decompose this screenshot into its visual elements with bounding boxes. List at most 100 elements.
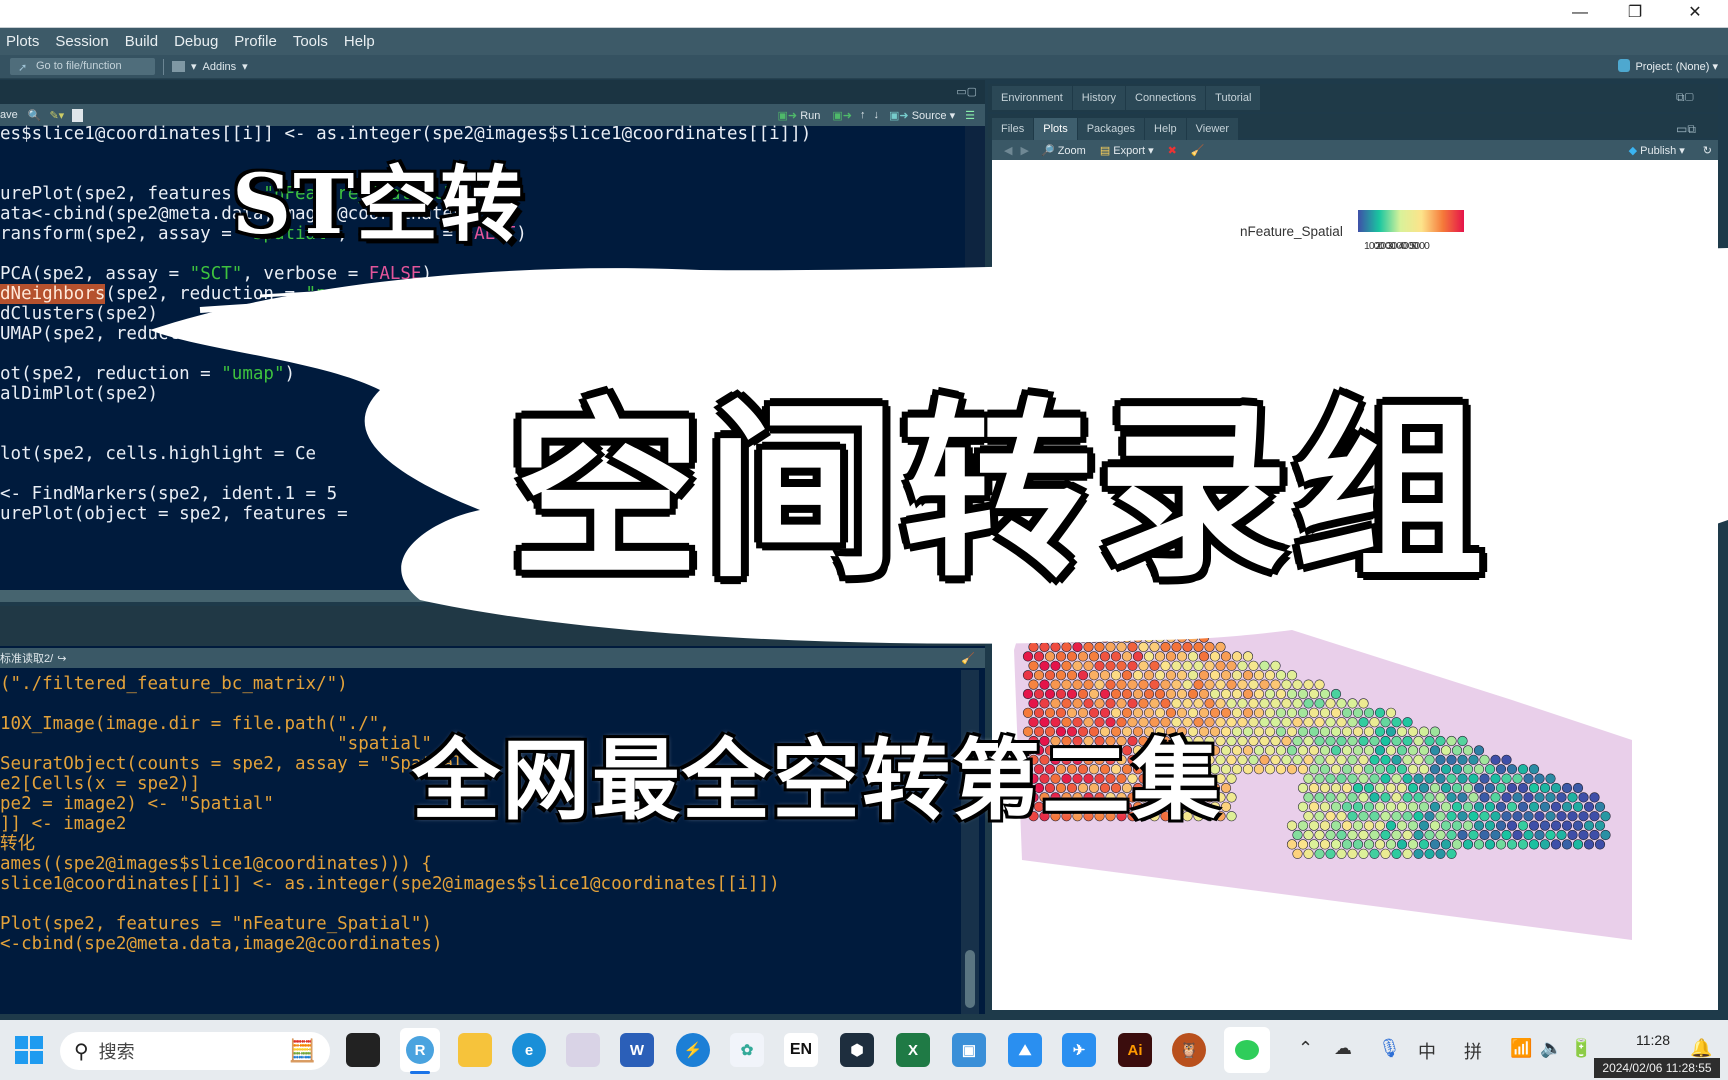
code-line[interactable]: dNeighbors(spe2, reduction = "pca") [0, 284, 811, 304]
feishu-icon[interactable]: ✈ [1062, 1033, 1096, 1067]
thunder-icon[interactable]: ⚡ [676, 1033, 710, 1067]
forward-arrow-icon[interactable]: ▶ [1020, 144, 1028, 157]
spatial-spot [1132, 651, 1144, 662]
file-explorer-icon[interactable] [458, 1033, 492, 1067]
wifi-icon[interactable]: 📶 [1510, 1038, 1532, 1059]
spatial-spot [1391, 754, 1402, 765]
restore-button[interactable]: ❐ [1610, 0, 1660, 28]
taskbar-search-box[interactable]: ⚲ 搜索 🧮 [60, 1032, 330, 1070]
search-icon[interactable]: 🔍 [28, 109, 42, 122]
source-button[interactable]: ▣➜ Source ▾ [889, 109, 955, 122]
spatial-spot [1418, 726, 1430, 737]
publish-button[interactable]: ◆ Publish ▾ [1629, 144, 1685, 157]
edge-browser-icon[interactable]: e [512, 1033, 546, 1067]
restore-pane-icon[interactable]: ⧉▢ [1676, 90, 1694, 105]
chevron-down-icon[interactable]: ▾ [242, 60, 248, 73]
wechat-icon[interactable] [1224, 1027, 1270, 1073]
windows-start-icon[interactable] [12, 1033, 46, 1067]
menu-help[interactable]: Help [344, 33, 375, 50]
arrow-up-icon[interactable]: ↑ [860, 109, 866, 121]
spatial-spot [1506, 839, 1518, 850]
remove-plot-icon[interactable]: ✖ [1168, 144, 1177, 157]
project-menu[interactable]: Project: (None) ▾ [1618, 59, 1718, 73]
code-line[interactable]: PCA(spe2, assay = "SCT", verbose = FALSE… [0, 264, 811, 284]
menu-debug[interactable]: Debug [174, 33, 218, 50]
export-button[interactable]: ▤ Export ▾ [1100, 144, 1154, 157]
minimize-button[interactable]: — [1555, 0, 1605, 28]
tab-tutorial[interactable]: Tutorial [1206, 86, 1261, 110]
ime-chinese-toggle[interactable]: 中 [1418, 1038, 1436, 1064]
tab-environment[interactable]: Environment [992, 86, 1072, 110]
spatial-spot [1308, 782, 1320, 794]
battery-icon[interactable]: 🔋 [1570, 1038, 1592, 1059]
magic-wand-icon[interactable]: ✎▾ [49, 109, 64, 122]
spatial-spot [1303, 754, 1314, 765]
console-working-dir[interactable]: 标准读取2/ [0, 650, 53, 666]
spatial-spot [1308, 820, 1320, 831]
tab-files[interactable]: Files [992, 118, 1034, 140]
microphone-icon[interactable]: 🎙 [1378, 1038, 1401, 1059]
show-hidden-icons[interactable]: ⌃ [1298, 1038, 1313, 1059]
arrow-down-icon[interactable]: ↓ [874, 109, 880, 121]
menu-profile[interactable]: Profile [234, 33, 277, 50]
vpn-app-icon[interactable]: ⬢ [840, 1033, 874, 1067]
tab-connections[interactable]: Connections [1126, 86, 1206, 110]
tab-help[interactable]: Help [1145, 118, 1186, 140]
notification-icon[interactable]: 🔔 [1690, 1038, 1712, 1059]
notebook-icon[interactable] [72, 108, 84, 122]
outline-icon[interactable]: ☰ [965, 109, 975, 122]
baidu-netdisk-icon[interactable]: ✿ [730, 1033, 764, 1067]
broom-icon[interactable]: 🧹 [1191, 144, 1205, 157]
minimize-pane-icon[interactable]: ▭⧉ [1676, 122, 1696, 137]
rstudio-taskbar-icon[interactable]: R [400, 1028, 440, 1072]
rerun-icon[interactable]: ▣➜ [832, 109, 852, 122]
app-m-icon[interactable]: ⛰ [1008, 1033, 1042, 1067]
console-scrollbar-thumb[interactable] [965, 950, 975, 1008]
menu-tools[interactable]: Tools [293, 33, 328, 50]
save-button[interactable]: ave [0, 109, 18, 121]
spatial-spot [1187, 670, 1199, 681]
spatial-spot [1501, 792, 1512, 803]
remote-desktop-icon[interactable]: ▣ [952, 1033, 986, 1067]
word-icon[interactable]: W [620, 1033, 654, 1067]
tab-plots[interactable]: Plots [1034, 118, 1077, 140]
refresh-icon[interactable]: ↻ [1703, 144, 1712, 157]
grid-layout-icon[interactable] [172, 61, 185, 72]
tab-history[interactable]: History [1072, 86, 1125, 110]
task-view-icon[interactable] [346, 1033, 380, 1067]
owl-app-icon[interactable]: 🦉 [1172, 1033, 1206, 1067]
goto-file-function-input[interactable]: ➚ Go to file/function [10, 58, 155, 75]
excel-icon[interactable]: X [896, 1033, 930, 1067]
spatial-spot [1149, 660, 1160, 671]
clear-console-icon[interactable]: 🧹 [961, 652, 975, 665]
spatial-spot [1413, 811, 1424, 822]
spatial-spot [1336, 717, 1347, 728]
close-button[interactable]: ✕ [1670, 0, 1720, 28]
back-arrow-icon[interactable]: ◀ [1004, 144, 1012, 157]
spatial-spot [1429, 839, 1441, 850]
clock-time[interactable]: 11:28 [1636, 1032, 1670, 1048]
zoom-button[interactable]: 🔎 Zoom [1041, 144, 1086, 157]
spatial-spot [1347, 792, 1358, 803]
language-en-icon[interactable]: EN [784, 1033, 818, 1067]
onedrive-icon[interactable]: ☁ [1334, 1038, 1352, 1059]
spatial-spot [1237, 660, 1248, 671]
addins-button[interactable]: Addins [203, 61, 237, 73]
code-line[interactable]: dClusters(spe2) [0, 304, 811, 324]
run-button[interactable]: ▣➜ Run [778, 109, 821, 122]
tab-packages[interactable]: Packages [1077, 118, 1145, 140]
chevron-down-icon[interactable]: ▾ [191, 60, 197, 73]
illustrator-icon[interactable]: Ai [1118, 1033, 1152, 1067]
notepad-icon[interactable] [566, 1033, 600, 1067]
menu-plots[interactable]: Plots [6, 33, 39, 50]
go-to-dir-icon[interactable]: ↪ [57, 652, 66, 665]
volume-icon[interactable]: 🔈 [1540, 1038, 1562, 1059]
menu-build[interactable]: Build [125, 33, 158, 50]
tab-viewer[interactable]: Viewer [1186, 118, 1239, 140]
menu-session[interactable]: Session [55, 33, 108, 50]
maximize-pane-icon[interactable]: ▭▢ [956, 85, 977, 98]
ime-pinyin-toggle[interactable]: 拼 [1464, 1038, 1482, 1064]
plots-toolbar: ◀ ▶ 🔎 Zoom ▤ Export ▾ ✖ 🧹 ◆ Publish ▾ ↻ [992, 140, 1718, 160]
spatial-spot [1226, 792, 1237, 803]
spatial-spot [1589, 792, 1600, 803]
